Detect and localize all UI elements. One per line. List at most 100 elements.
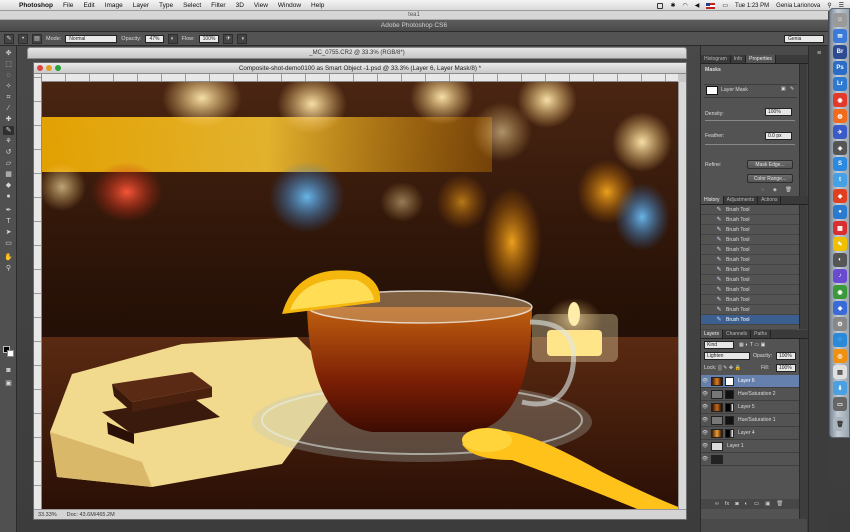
- layer-row[interactable]: 👁 Hue/Saturation 1: [701, 414, 800, 427]
- menu-file[interactable]: File: [58, 0, 78, 11]
- volume-icon[interactable]: ◀: [695, 2, 700, 9]
- load-selection-icon[interactable]: ◌: [761, 187, 764, 193]
- layer-row[interactable]: 👁 Layer 5: [701, 401, 800, 414]
- app11-dock-icon[interactable]: ▤: [833, 365, 847, 379]
- document-title[interactable]: Composite-shot-demo0100 as Smart Object …: [34, 63, 686, 74]
- vector-mask-icon[interactable]: ✎: [790, 86, 794, 92]
- visibility-eye-icon[interactable]: 👁: [701, 378, 709, 384]
- dropbox-icon[interactable]: [657, 2, 664, 9]
- visibility-eye-icon[interactable]: 👁: [701, 391, 709, 397]
- bridge-dock-icon[interactable]: Br: [833, 45, 847, 59]
- zoom-readout[interactable]: 33.33%: [38, 512, 57, 518]
- crop-tool-icon[interactable]: ⌗: [3, 93, 14, 102]
- brush-panel-toggle-icon[interactable]: ▤: [32, 33, 42, 44]
- menu-filter[interactable]: Filter: [206, 0, 230, 11]
- adjustment-icon[interactable]: [711, 415, 723, 425]
- lock-icons[interactable]: ▒ ✎ ✥ 🔒: [718, 365, 741, 371]
- skype-dock-icon[interactable]: S: [833, 157, 847, 171]
- history-item[interactable]: ✎ Brush Tool: [701, 255, 800, 265]
- layers-scrollbar[interactable]: [799, 339, 807, 519]
- background-document-tab[interactable]: _MC_0755.CR2 @ 33.3% (RGB/8*): [27, 47, 687, 59]
- menubar-user[interactable]: Genia Larionova: [776, 3, 820, 9]
- flow-field[interactable]: 100%: [198, 34, 220, 43]
- image-canvas[interactable]: [42, 82, 680, 511]
- layer-name[interactable]: Layer 1: [727, 443, 744, 449]
- mode-select[interactable]: Normal: [65, 34, 118, 43]
- visibility-eye-icon[interactable]: 👁: [701, 417, 709, 423]
- brush-size-picker[interactable]: •: [18, 33, 28, 44]
- battery-icon[interactable]: ▭: [722, 2, 728, 9]
- app10-dock-icon[interactable]: ◎: [833, 349, 847, 363]
- hand-tool-icon[interactable]: ✋: [3, 253, 14, 262]
- app3-dock-icon[interactable]: ●: [833, 205, 847, 219]
- vertical-ruler[interactable]: [34, 74, 42, 509]
- filter-icons[interactable]: ▦ ◐ T ▭ ▣: [739, 342, 766, 348]
- density-field[interactable]: 100%: [765, 108, 792, 116]
- gradient-tool-icon[interactable]: ▦: [3, 170, 14, 179]
- visibility-eye-icon[interactable]: 👁: [701, 443, 709, 449]
- history-scrollbar[interactable]: [799, 205, 807, 329]
- close-window-button[interactable]: [37, 65, 43, 71]
- finder-dock-icon[interactable]: ☺: [833, 13, 847, 27]
- layer-thumbnail[interactable]: [711, 454, 723, 464]
- add-mask-icon[interactable]: ◙: [735, 499, 738, 509]
- history-item-current[interactable]: ✎ Brush Tool: [701, 315, 800, 325]
- layer-mask-thumbnail[interactable]: [725, 415, 734, 425]
- menu-edit[interactable]: Edit: [78, 0, 99, 11]
- mask-edge-button[interactable]: Mask Edge...: [747, 160, 793, 169]
- layer-name[interactable]: Layer 6: [738, 378, 755, 384]
- move-tool-icon[interactable]: ✥: [3, 49, 14, 58]
- menu-image[interactable]: Image: [100, 0, 128, 11]
- layer-name[interactable]: Layer 5: [738, 404, 755, 410]
- layer-thumbnail[interactable]: [711, 376, 723, 386]
- flag-icon[interactable]: [706, 2, 716, 9]
- type-tool-icon[interactable]: T: [3, 217, 14, 226]
- twitter-dock-icon[interactable]: t: [833, 173, 847, 187]
- menu-layer[interactable]: Layer: [128, 0, 154, 11]
- menu-type[interactable]: Type: [154, 0, 178, 11]
- workspace-select[interactable]: Genia: [784, 35, 824, 43]
- airbrush-icon[interactable]: ✈: [223, 33, 234, 44]
- app4-dock-icon[interactable]: ◐: [833, 253, 847, 267]
- zoom-tool-icon[interactable]: ⚲: [3, 264, 14, 273]
- blur-tool-icon[interactable]: ◆: [3, 181, 14, 190]
- mask-thumbnail-icon[interactable]: [706, 86, 718, 95]
- layer-filter-kind-select[interactable]: Kind: [704, 341, 734, 349]
- layer-row[interactable]: 👁: [701, 453, 800, 466]
- zoom-window-button[interactable]: [55, 65, 61, 71]
- history-item[interactable]: ✎ Brush Tool: [701, 215, 800, 225]
- eyedropper-tool-icon[interactable]: ⁄: [3, 104, 14, 113]
- brush-tool-preset-icon[interactable]: ✎: [4, 33, 14, 44]
- history-item[interactable]: ✎ Brush Tool: [701, 275, 800, 285]
- lasso-tool-icon[interactable]: ◌: [3, 71, 14, 80]
- chrome-dock-icon[interactable]: ◉: [833, 93, 847, 107]
- app7-dock-icon[interactable]: ◆: [833, 301, 847, 315]
- shape-tool-icon[interactable]: ▭: [3, 239, 14, 248]
- history-brush-tool-icon[interactable]: ↺: [3, 148, 14, 157]
- minimize-window-button[interactable]: [46, 65, 52, 71]
- feather-field[interactable]: 0.0 px: [765, 132, 792, 140]
- layer-name[interactable]: Hue/Saturation 2: [738, 391, 776, 397]
- notes-dock-icon[interactable]: ✎: [833, 237, 847, 251]
- app9-dock-icon[interactable]: ◌: [833, 333, 847, 347]
- layer-style-icon[interactable]: fx: [725, 499, 729, 509]
- link-layers-icon[interactable]: ∞: [715, 499, 719, 509]
- feather-slider[interactable]: [705, 144, 795, 145]
- pen-tool-icon[interactable]: ✒: [3, 206, 14, 215]
- tab-adjustments[interactable]: Adjustments: [724, 196, 759, 204]
- menubar-clock[interactable]: Tue 1:23 PM: [735, 3, 769, 9]
- pressure-size-icon[interactable]: ◑: [237, 33, 248, 44]
- adjustment-layer-icon[interactable]: ◐: [745, 499, 748, 509]
- history-item[interactable]: ✎ Brush Tool: [701, 285, 800, 295]
- tab-histogram[interactable]: Histogram: [701, 55, 731, 63]
- menu-view[interactable]: View: [249, 0, 273, 11]
- menu-select[interactable]: Select: [178, 0, 206, 11]
- density-slider[interactable]: [705, 120, 795, 121]
- history-item[interactable]: ✎ Brush Tool: [701, 225, 800, 235]
- dodge-tool-icon[interactable]: ●: [3, 192, 14, 201]
- layer-mask-thumbnail[interactable]: [725, 402, 734, 412]
- adjustment-icon[interactable]: [711, 389, 723, 399]
- calendar-dock-icon[interactable]: ▦: [833, 221, 847, 235]
- visibility-eye-icon[interactable]: 👁: [701, 404, 709, 410]
- photoshop-dock-icon[interactable]: Ps: [833, 61, 847, 75]
